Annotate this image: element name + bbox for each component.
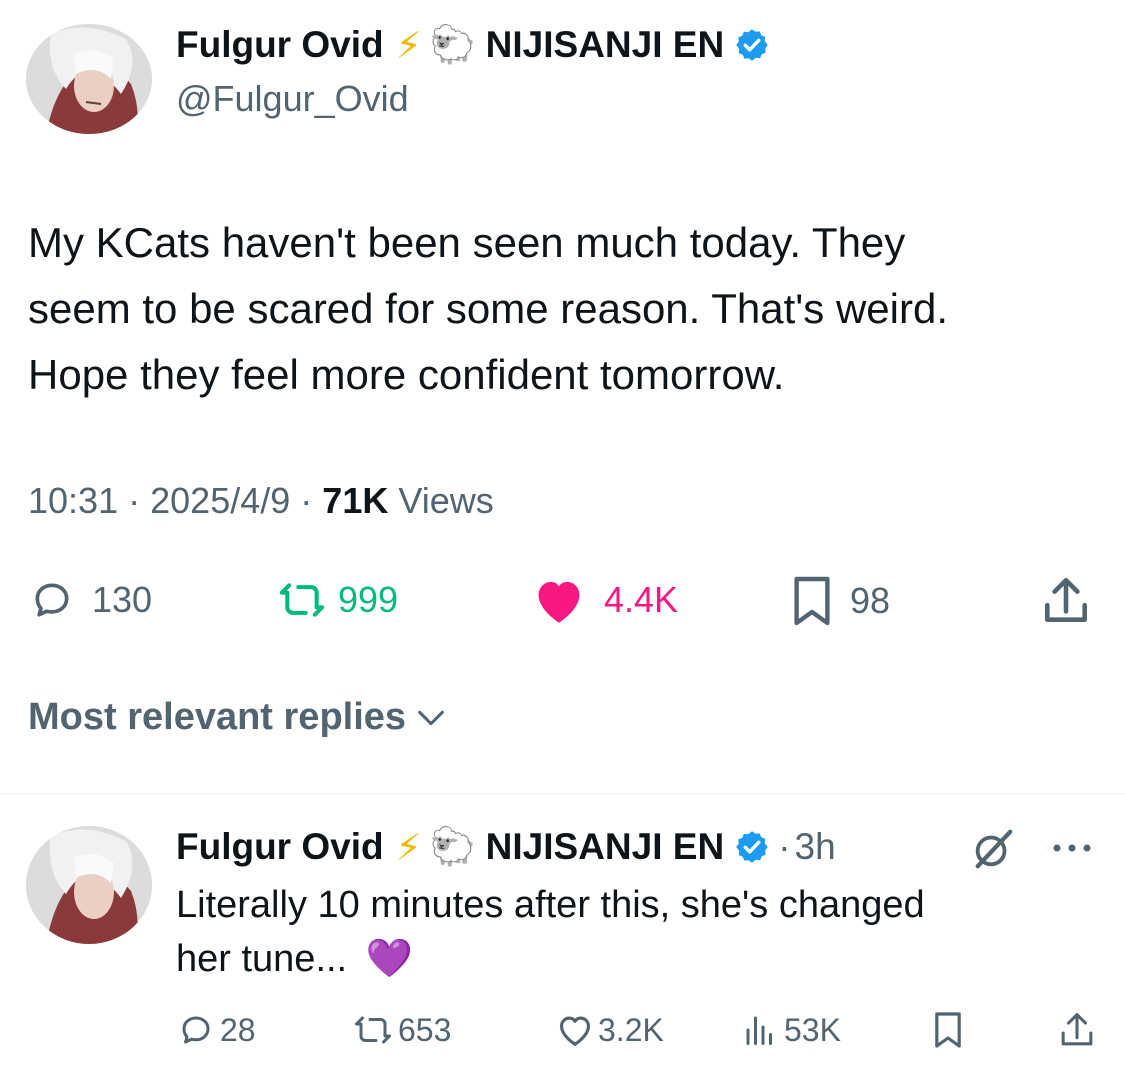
replies-sort-dropdown[interactable]: Most relevant replies <box>28 696 448 739</box>
lightning-emoji: ⚡ <box>395 24 422 66</box>
views-icon <box>746 1016 772 1045</box>
retweet-icon <box>279 583 325 617</box>
bookmark-icon <box>794 576 830 626</box>
retweet-count: 999 <box>338 579 399 620</box>
bookmark-icon[interactable] <box>932 1010 964 1050</box>
reply-like-count: 3.2K <box>598 1011 664 1048</box>
reply-author-name[interactable]: Fulgur Ovid <box>176 826 384 868</box>
reply-count: 130 <box>92 579 153 620</box>
author-avatar[interactable] <box>26 24 152 134</box>
separator-dot: · <box>778 826 791 867</box>
tweet-meta: 10:31 · 2025/4/9 · 71K Views <box>28 480 494 522</box>
author-name[interactable]: Fulgur Ovid <box>176 24 384 66</box>
share-icon[interactable] <box>1058 1010 1096 1050</box>
reply-affiliation-name[interactable]: NIJISANJI EN <box>486 826 725 868</box>
retweet-button[interactable]: 999 <box>276 574 398 626</box>
bookmark-count: 98 <box>850 580 891 621</box>
tweet-text-line: seem to be scared for some reason. That'… <box>28 285 949 332</box>
retweet-icon <box>355 1016 391 1044</box>
lightning-emoji: ⚡ <box>395 826 422 868</box>
reply-text-line: her tune... 💜 <box>176 938 414 980</box>
tweet-text: My KCats haven't been seen much today. T… <box>28 210 948 408</box>
bookmark-button[interactable]: 98 <box>790 574 890 628</box>
tweet-text-line: My KCats haven't been seen much today. T… <box>28 219 906 266</box>
more-icon[interactable] <box>1050 838 1094 858</box>
affiliation-name[interactable]: NIJISANJI EN <box>486 24 725 66</box>
reply-text-line: Literally 10 minutes after this, she's c… <box>176 884 925 926</box>
share-icon[interactable] <box>1040 574 1092 628</box>
grok-icon[interactable] <box>970 826 1016 872</box>
separator-dot: · <box>300 480 313 521</box>
chevron-down-icon <box>418 710 444 725</box>
like-button[interactable]: 4.4K <box>530 574 678 626</box>
sheep-emoji: 🐑 <box>429 825 476 867</box>
purple-heart-emoji: 💜 <box>365 938 414 980</box>
tweet-date[interactable]: 2025/4/9 <box>150 480 290 521</box>
author-handle[interactable]: @Fulgur_Ovid <box>176 78 409 120</box>
reply-views-button[interactable]: 53K <box>742 1010 841 1050</box>
divider <box>0 793 1125 794</box>
avatar-illustration <box>26 826 152 944</box>
author-name-row: Fulgur Ovid ⚡ 🐑 NIJISANJI EN <box>176 22 770 68</box>
reply-retweet-count: 653 <box>398 1011 452 1048</box>
tweet-text-line: Hope they feel more confident tomorrow. <box>28 351 785 398</box>
reply-icon <box>182 1016 210 1044</box>
reply-button[interactable]: 130 <box>30 574 152 626</box>
reply-icon <box>35 583 69 617</box>
reply-like-button[interactable]: 3.2K <box>556 1010 664 1050</box>
tweet-time[interactable]: 10:31 <box>28 480 118 521</box>
reply-time[interactable]: 3h <box>795 826 836 868</box>
views-count[interactable]: 71K <box>322 480 388 521</box>
reply-author-row: Fulgur Ovid ⚡ 🐑 NIJISANJI EN · 3h <box>176 824 836 870</box>
reply-retweet-button[interactable]: 653 <box>352 1010 451 1050</box>
avatar-illustration <box>26 24 152 134</box>
replies-sort-label: Most relevant replies <box>28 696 407 738</box>
reply-author-avatar[interactable] <box>26 826 152 944</box>
reply-text: Literally 10 minutes after this, she's c… <box>176 878 925 986</box>
views-label: Views <box>398 480 494 521</box>
verified-badge-icon <box>736 831 768 863</box>
like-count: 4.4K <box>604 579 679 620</box>
verified-badge-icon <box>736 29 768 61</box>
reply-reply-button[interactable]: 28 <box>178 1010 256 1050</box>
like-icon-filled <box>538 581 580 623</box>
reply-reply-count: 28 <box>220 1011 256 1048</box>
separator-dot: · <box>128 480 141 521</box>
like-icon <box>559 1016 591 1046</box>
sheep-emoji: 🐑 <box>429 23 476 65</box>
reply-views-count: 53K <box>784 1011 841 1048</box>
